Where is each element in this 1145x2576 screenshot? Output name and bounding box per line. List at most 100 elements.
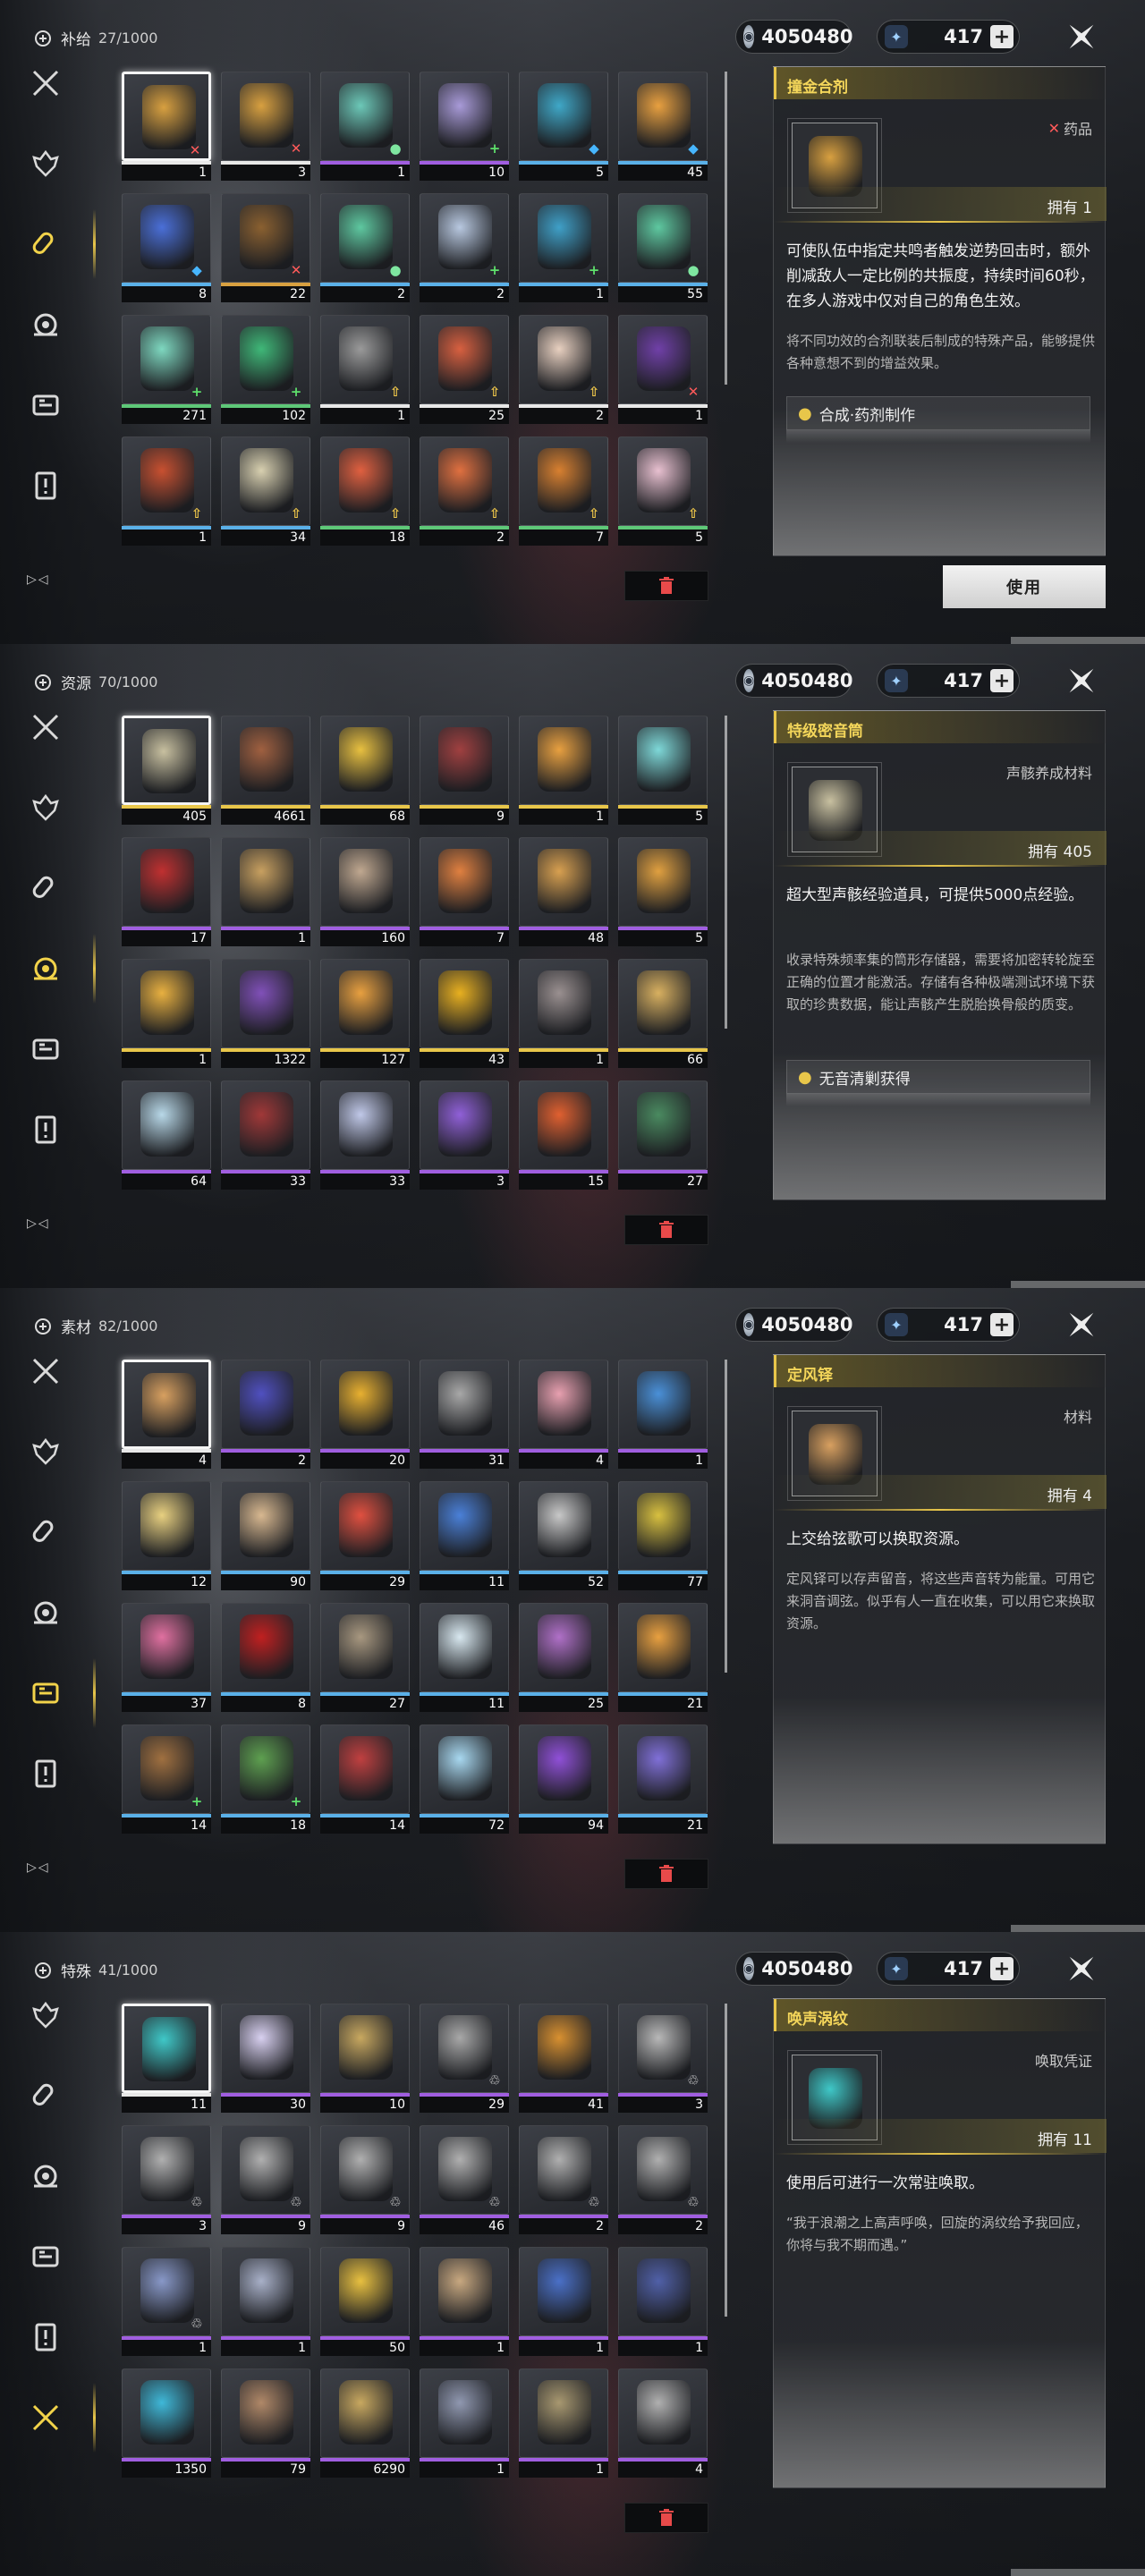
item-slot[interactable]: +10 (420, 72, 509, 181)
item-slot[interactable]: ⇧ 2 (420, 436, 509, 546)
item-slot[interactable]: +1 (519, 193, 608, 302)
sidebar-tab-resource-gear-icon[interactable] (25, 2156, 66, 2197)
item-slot[interactable]: 1 (519, 716, 608, 825)
item-slot[interactable]: 1 (618, 1360, 708, 1469)
item-slot[interactable]: 1 (420, 2247, 509, 2356)
item-slot[interactable]: 66 (618, 959, 708, 1068)
grid-scrollbar[interactable] (725, 716, 727, 1029)
item-slot[interactable]: 27 (320, 1603, 410, 1712)
add-astrite-button[interactable]: + (990, 1957, 1014, 1980)
close-icon[interactable] (1064, 664, 1098, 698)
item-slot[interactable]: 14 (320, 1724, 410, 1834)
item-slot[interactable]: 1 (519, 2247, 608, 2356)
item-slot[interactable]: 94 (519, 1724, 608, 1834)
item-slot[interactable]: 4 (618, 2368, 708, 2478)
item-slot[interactable]: 1 (420, 2368, 509, 2478)
sidebar-tab-star-burst-icon[interactable] (25, 2397, 66, 2438)
item-source-link[interactable]: ● 无音清剿获得 (786, 1060, 1090, 1094)
grid-scrollbar[interactable] (725, 72, 727, 385)
item-slot[interactable]: ⇧ 1 (122, 436, 211, 546)
sidebar-tab-material-box-icon[interactable] (25, 2236, 66, 2277)
sidebar-tab-echo-mask-icon[interactable] (25, 1431, 66, 1472)
sidebar-tab-special-item-icon[interactable] (25, 2317, 66, 2358)
item-slot[interactable]: 41 (519, 2004, 608, 2113)
item-slot[interactable]: 1 (618, 2247, 708, 2356)
item-slot[interactable]: 27 (618, 1080, 708, 1190)
use-button[interactable]: 使用 (943, 565, 1106, 608)
sidebar-scroll-icon[interactable]: ▷◁ (27, 572, 50, 587)
item-slot[interactable]: 29 (320, 1481, 410, 1590)
item-slot[interactable]: 52 (519, 1481, 608, 1590)
close-icon[interactable] (1064, 1308, 1098, 1342)
item-slot[interactable]: 1 (519, 959, 608, 1068)
item-slot[interactable]: 37 (122, 1603, 211, 1712)
item-slot[interactable]: ⇧ 7 (519, 436, 608, 546)
close-icon[interactable] (1064, 1952, 1098, 1986)
discard-button[interactable] (624, 1859, 708, 1889)
item-slot[interactable]: ● 2 (320, 193, 410, 302)
item-slot[interactable]: 15 (519, 1080, 608, 1190)
item-slot[interactable]: ✕ 1 (618, 315, 708, 424)
item-slot[interactable]: +271 (122, 315, 211, 424)
item-slot[interactable]: 1350 (122, 2368, 211, 2478)
item-slot[interactable]: 10 (320, 2004, 410, 2113)
item-slot[interactable]: 17 (122, 837, 211, 946)
item-slot[interactable]: 1 (221, 837, 310, 946)
sidebar-tab-resource-gear-icon[interactable] (25, 1592, 66, 1633)
item-slot[interactable]: 30 (221, 2004, 310, 2113)
sidebar-tab-echo-mask-icon[interactable] (25, 143, 66, 184)
item-slot[interactable]: 1322 (221, 959, 310, 1068)
item-slot[interactable]: 25 (519, 1603, 608, 1712)
item-slot[interactable]: 79 (221, 2368, 310, 2478)
item-slot[interactable]: 20 (320, 1360, 410, 1469)
sidebar-tab-crossed-swords-icon[interactable] (25, 1351, 66, 1392)
item-slot[interactable]: 2 (221, 1360, 310, 1469)
sidebar-tab-supply-capsule-icon[interactable] (25, 224, 66, 265)
add-astrite-button[interactable]: + (990, 25, 1014, 48)
sidebar-tab-echo-mask-icon[interactable] (25, 787, 66, 828)
item-slot[interactable]: 33 (320, 1080, 410, 1190)
item-slot[interactable]: 1 (122, 959, 211, 1068)
item-slot[interactable]: ⇧ 18 (320, 436, 410, 546)
item-slot[interactable]: 11 (122, 2004, 211, 2113)
item-slot[interactable]: 33 (221, 1080, 310, 1190)
sidebar-tab-echo-mask-icon[interactable] (25, 1995, 66, 2036)
discard-button[interactable] (624, 2503, 708, 2533)
item-slot[interactable]: 68 (320, 716, 410, 825)
item-slot[interactable]: 43 (420, 959, 509, 1068)
item-slot[interactable]: 11 (420, 1481, 509, 1590)
grid-scrollbar[interactable] (725, 2004, 727, 2317)
item-slot[interactable]: ♲ 2 (618, 2125, 708, 2234)
item-slot[interactable]: ♲ 9 (221, 2125, 310, 2234)
sidebar-tab-resource-gear-icon[interactable] (25, 948, 66, 989)
sidebar-tab-material-box-icon[interactable] (25, 385, 66, 426)
item-slot[interactable]: ✕ 3 (221, 72, 310, 181)
sidebar-scroll-icon[interactable]: ▷◁ (27, 1216, 50, 1231)
item-slot[interactable]: ● 1 (320, 72, 410, 181)
item-slot[interactable]: ♲ 46 (420, 2125, 509, 2234)
sidebar-tab-material-box-icon[interactable] (25, 1673, 66, 1714)
sidebar-tab-supply-capsule-icon[interactable] (25, 868, 66, 909)
item-slot[interactable]: 21 (618, 1603, 708, 1712)
sidebar-tab-crossed-swords-icon[interactable] (25, 707, 66, 748)
item-slot[interactable]: +102 (221, 315, 310, 424)
discard-button[interactable] (624, 571, 708, 601)
sidebar-tab-resource-gear-icon[interactable] (25, 304, 66, 345)
item-source-link[interactable]: ● 合成·药剂制作 (786, 396, 1090, 430)
item-slot[interactable]: +2 (420, 193, 509, 302)
item-slot[interactable]: 11 (420, 1603, 509, 1712)
item-slot[interactable]: 4 (122, 1360, 211, 1469)
item-slot[interactable]: 4661 (221, 716, 310, 825)
add-astrite-button[interactable]: + (990, 669, 1014, 692)
item-slot[interactable]: 160 (320, 837, 410, 946)
item-slot[interactable]: 31 (420, 1360, 509, 1469)
item-slot[interactable]: ✕ 1 (122, 72, 211, 181)
item-slot[interactable]: 77 (618, 1481, 708, 1590)
item-slot[interactable]: ♲ 3 (618, 2004, 708, 2113)
item-slot[interactable]: ♲ 9 (320, 2125, 410, 2234)
item-slot[interactable]: 50 (320, 2247, 410, 2356)
item-slot[interactable]: ⇧ 1 (320, 315, 410, 424)
item-slot[interactable]: 7 (420, 837, 509, 946)
sidebar-tab-supply-capsule-icon[interactable] (25, 1512, 66, 1553)
item-slot[interactable]: 9 (420, 716, 509, 825)
